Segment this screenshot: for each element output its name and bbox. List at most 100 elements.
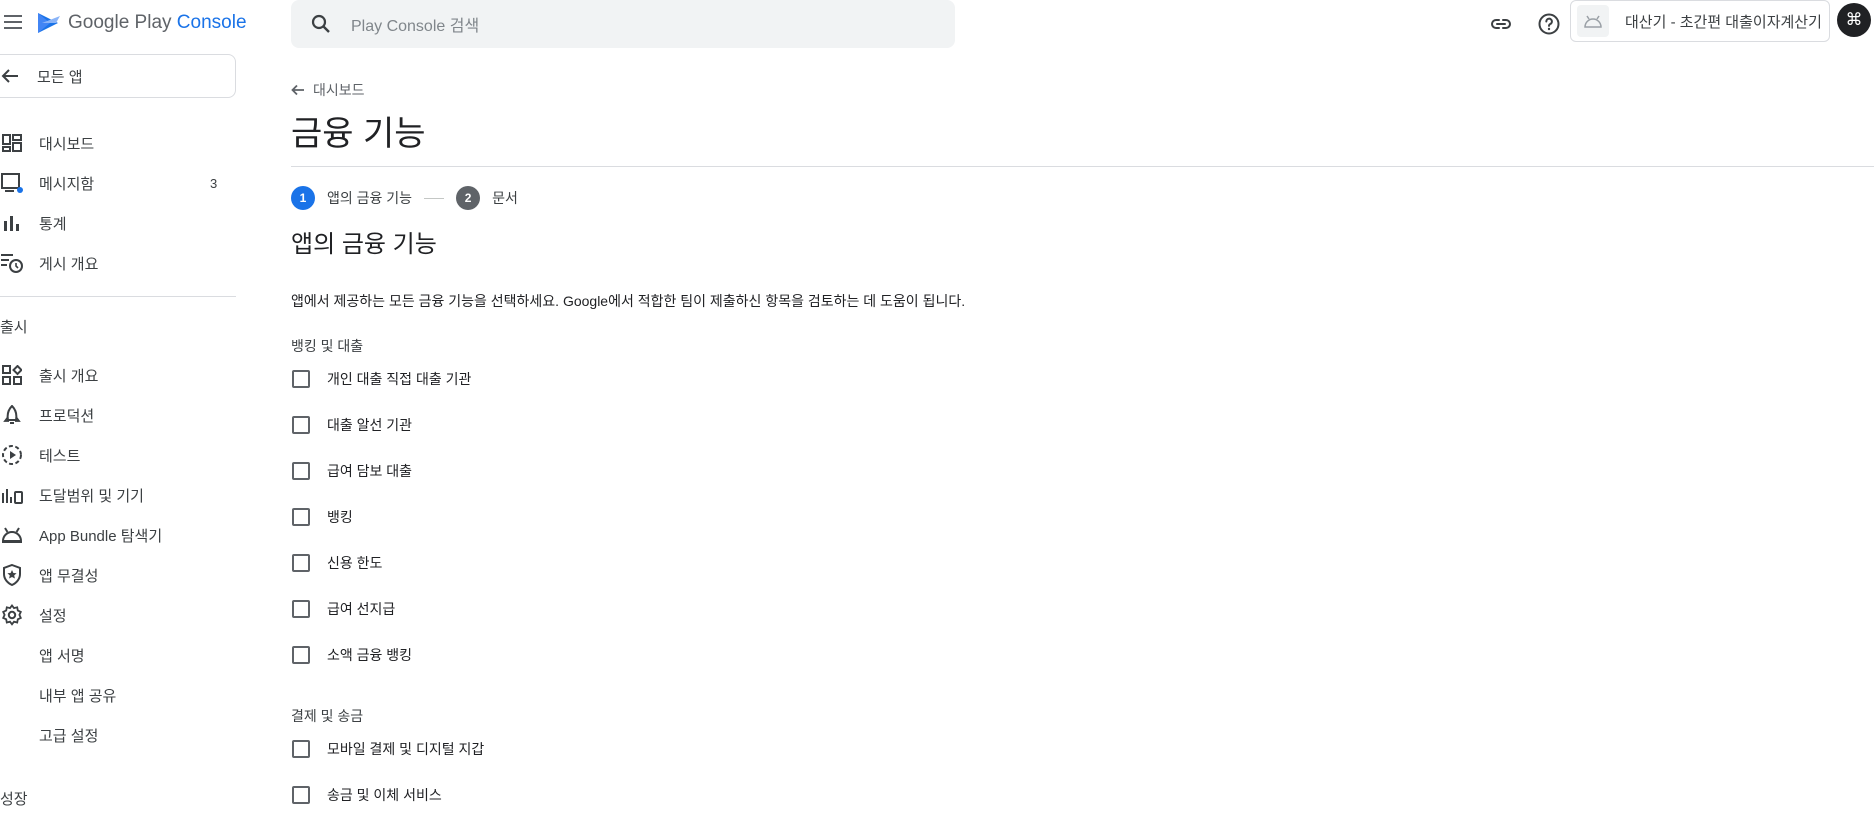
checkbox[interactable] bbox=[292, 600, 310, 618]
play-console-logo[interactable]: Google Play Console bbox=[36, 8, 247, 38]
search-icon bbox=[311, 14, 330, 33]
arrow-back-icon bbox=[291, 84, 304, 96]
command-button[interactable]: ⌘ bbox=[1837, 3, 1871, 37]
breadcrumb[interactable]: 대시보드 bbox=[291, 80, 365, 100]
section-description: 앱에서 제공하는 모든 금융 기능을 선택하세요. Google에서 적합한 팀… bbox=[291, 293, 966, 309]
bar-chart-icon bbox=[0, 211, 24, 235]
checkbox-row[interactable]: 급여 선지급 bbox=[291, 596, 395, 622]
checkbox-row[interactable]: 뱅킹 bbox=[291, 504, 353, 530]
app-name: 대산기 - 초간편 대출이자계산기 bbox=[1625, 13, 1822, 31]
stepper: 1 앱의 금융 기능 2 문서 bbox=[291, 186, 518, 210]
reach-devices-icon bbox=[0, 483, 24, 507]
checkbox[interactable] bbox=[292, 416, 310, 434]
sidebar-divider bbox=[0, 296, 236, 297]
command-icon: ⌘ bbox=[1845, 10, 1863, 29]
checkbox-row[interactable]: 모바일 결제 및 디지털 지갑 bbox=[291, 736, 484, 762]
sidebar-item-label: 통계 bbox=[39, 215, 67, 233]
checkbox[interactable] bbox=[292, 646, 310, 664]
production-icon bbox=[0, 403, 24, 427]
release-overview-icon bbox=[0, 363, 24, 387]
all-apps-label: 모든 앱 bbox=[37, 68, 83, 86]
checkbox[interactable] bbox=[292, 462, 310, 480]
step-2-label[interactable]: 문서 bbox=[492, 188, 518, 208]
sidebar-subitem-app-signing[interactable]: 앱 서명 bbox=[0, 640, 236, 670]
sidebar-item-label: 고급 설정 bbox=[39, 727, 99, 745]
checkbox[interactable] bbox=[292, 740, 310, 758]
step-2-number[interactable]: 2 bbox=[456, 186, 481, 210]
hamburger-icon bbox=[4, 15, 22, 29]
checkbox-label[interactable]: 모바일 결제 및 디지털 지갑 bbox=[327, 739, 484, 759]
checkbox[interactable] bbox=[292, 554, 310, 572]
sidebar-item-production[interactable]: 프로덕션 bbox=[0, 400, 236, 430]
sidebar-item-label: 테스트 bbox=[39, 447, 81, 465]
sidebar-subitem-internal-app-sharing[interactable]: 내부 앱 공유 bbox=[0, 680, 236, 710]
title-divider bbox=[291, 166, 1874, 167]
sidebar-item-settings[interactable]: 설정 bbox=[0, 600, 236, 630]
app-thumbnail bbox=[1577, 5, 1609, 37]
sidebar-item-app-bundle-explorer[interactable]: App Bundle 탐색기 bbox=[0, 520, 236, 550]
checkbox-label[interactable]: 개인 대출 직접 대출 기관 bbox=[327, 369, 471, 389]
publishing-overview-icon bbox=[0, 251, 24, 275]
checkbox-row[interactable]: 대출 알선 기관 bbox=[291, 412, 412, 438]
checkbox-label[interactable]: 급여 담보 대출 bbox=[327, 461, 412, 481]
checkbox-label[interactable]: 급여 선지급 bbox=[327, 599, 395, 619]
checkbox[interactable] bbox=[292, 370, 310, 388]
sidebar-item-release-overview[interactable]: 출시 개요 bbox=[0, 360, 236, 390]
sidebar-subitem-advanced-settings[interactable]: 고급 설정 bbox=[0, 720, 236, 750]
sidebar-item-testing[interactable]: 테스트 bbox=[0, 440, 236, 470]
top-app-bar: Google Play Console Play Console 검색 대산기 … bbox=[0, 0, 1874, 48]
step-1-label[interactable]: 앱의 금융 기능 bbox=[327, 188, 412, 208]
sidebar-item-label: App Bundle 탐색기 bbox=[39, 527, 163, 545]
checkbox-row[interactable]: 신용 한도 bbox=[291, 550, 382, 576]
checkbox-row[interactable]: 소액 금융 뱅킹 bbox=[291, 642, 412, 668]
checkbox-label[interactable]: 송금 및 이체 서비스 bbox=[327, 785, 442, 805]
sidebar-item-dashboard[interactable]: 대시보드 bbox=[0, 128, 236, 158]
sidebar-item-statistics[interactable]: 통계 bbox=[0, 208, 236, 238]
search-bar[interactable]: Play Console 검색 bbox=[291, 0, 955, 48]
sidebar-item-label: 출시 개요 bbox=[39, 367, 99, 385]
sidebar-item-app-integrity[interactable]: 앱 무결성 bbox=[0, 560, 236, 590]
step-1-number[interactable]: 1 bbox=[291, 186, 315, 210]
release-section-heading: 출시 bbox=[0, 319, 28, 336]
breadcrumb-label: 대시보드 bbox=[313, 82, 365, 98]
sidebar-item-label: 내부 앱 공유 bbox=[39, 687, 117, 705]
section-title: 앱의 금융 기능 bbox=[291, 231, 437, 258]
link-button[interactable] bbox=[1487, 10, 1515, 38]
sidebar: 모든 앱 대시보드 메시지함 3 통계 게시 개요 출시 출시 개요 프로덕션 … bbox=[0, 48, 240, 836]
group-title-banking: 뱅킹 및 대출 bbox=[291, 338, 364, 354]
checkbox-label[interactable]: 신용 한도 bbox=[327, 553, 382, 573]
play-logo-icon bbox=[38, 13, 60, 33]
group-title-payments: 결제 및 송금 bbox=[291, 708, 364, 724]
help-button[interactable] bbox=[1535, 10, 1563, 38]
testing-icon bbox=[0, 443, 24, 467]
menu-button[interactable] bbox=[0, 8, 26, 36]
checkbox[interactable] bbox=[292, 508, 310, 526]
checkbox-label[interactable]: 뱅킹 bbox=[327, 507, 353, 527]
gear-icon bbox=[0, 603, 24, 627]
sidebar-item-publishing-overview[interactable]: 게시 개요 bbox=[0, 248, 236, 278]
checkbox-row[interactable]: 개인 대출 직접 대출 기관 bbox=[291, 366, 471, 392]
checkbox-row[interactable]: 송금 및 이체 서비스 bbox=[291, 782, 442, 808]
app-selector[interactable]: 대산기 - 초간편 대출이자계산기 bbox=[1570, 0, 1830, 42]
sidebar-item-label: 게시 개요 bbox=[39, 255, 99, 273]
sidebar-item-label: 도달범위 및 기기 bbox=[39, 487, 144, 505]
help-icon bbox=[1538, 13, 1560, 35]
android-icon bbox=[1584, 15, 1602, 28]
shield-star-icon bbox=[0, 563, 24, 587]
checkbox-label[interactable]: 대출 알선 기관 bbox=[327, 415, 412, 435]
checkbox-label[interactable]: 소액 금융 뱅킹 bbox=[327, 645, 412, 665]
sidebar-item-label: 대시보드 bbox=[39, 135, 95, 153]
sidebar-item-inbox[interactable]: 메시지함 3 bbox=[0, 168, 236, 198]
inbox-count-badge: 3 bbox=[210, 175, 218, 191]
checkbox-row[interactable]: 급여 담보 대출 bbox=[291, 458, 412, 484]
sidebar-item-label: 프로덕션 bbox=[39, 407, 95, 425]
sidebar-item-reach-devices[interactable]: 도달범위 및 기기 bbox=[0, 480, 236, 510]
step-connector bbox=[424, 197, 445, 199]
all-apps-button[interactable]: 모든 앱 bbox=[0, 54, 236, 98]
android-icon bbox=[0, 523, 24, 547]
checkbox[interactable] bbox=[292, 786, 310, 804]
dashboard-icon bbox=[0, 131, 24, 155]
logo-text-accent: Console bbox=[176, 12, 247, 33]
sidebar-item-label: 앱 서명 bbox=[39, 647, 85, 665]
search-input[interactable]: Play Console 검색 bbox=[351, 12, 479, 36]
